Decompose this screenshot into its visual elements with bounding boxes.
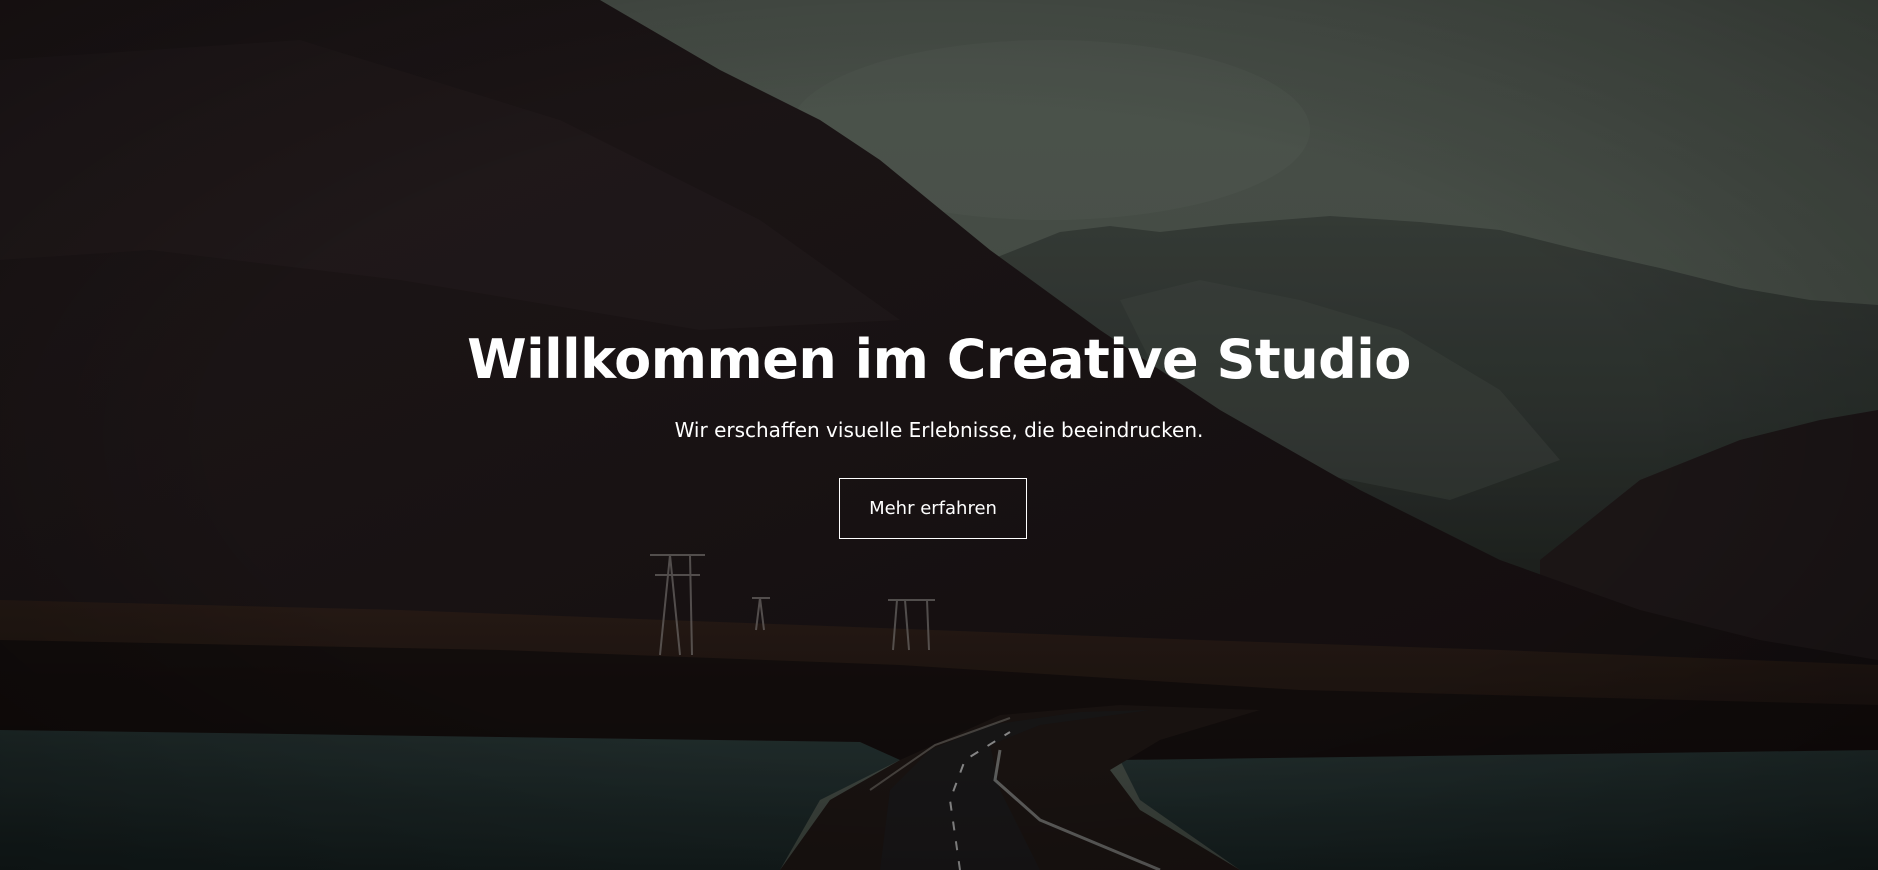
hero-section: Willkommen im Creative Studio Wir erscha…: [0, 0, 1878, 870]
hero-content: Willkommen im Creative Studio Wir erscha…: [0, 0, 1878, 870]
hero-title: Willkommen im Creative Studio: [467, 328, 1411, 391]
hero-subtitle: Wir erschaffen visuelle Erlebnisse, die …: [674, 418, 1204, 442]
learn-more-button[interactable]: Mehr erfahren: [839, 478, 1027, 539]
